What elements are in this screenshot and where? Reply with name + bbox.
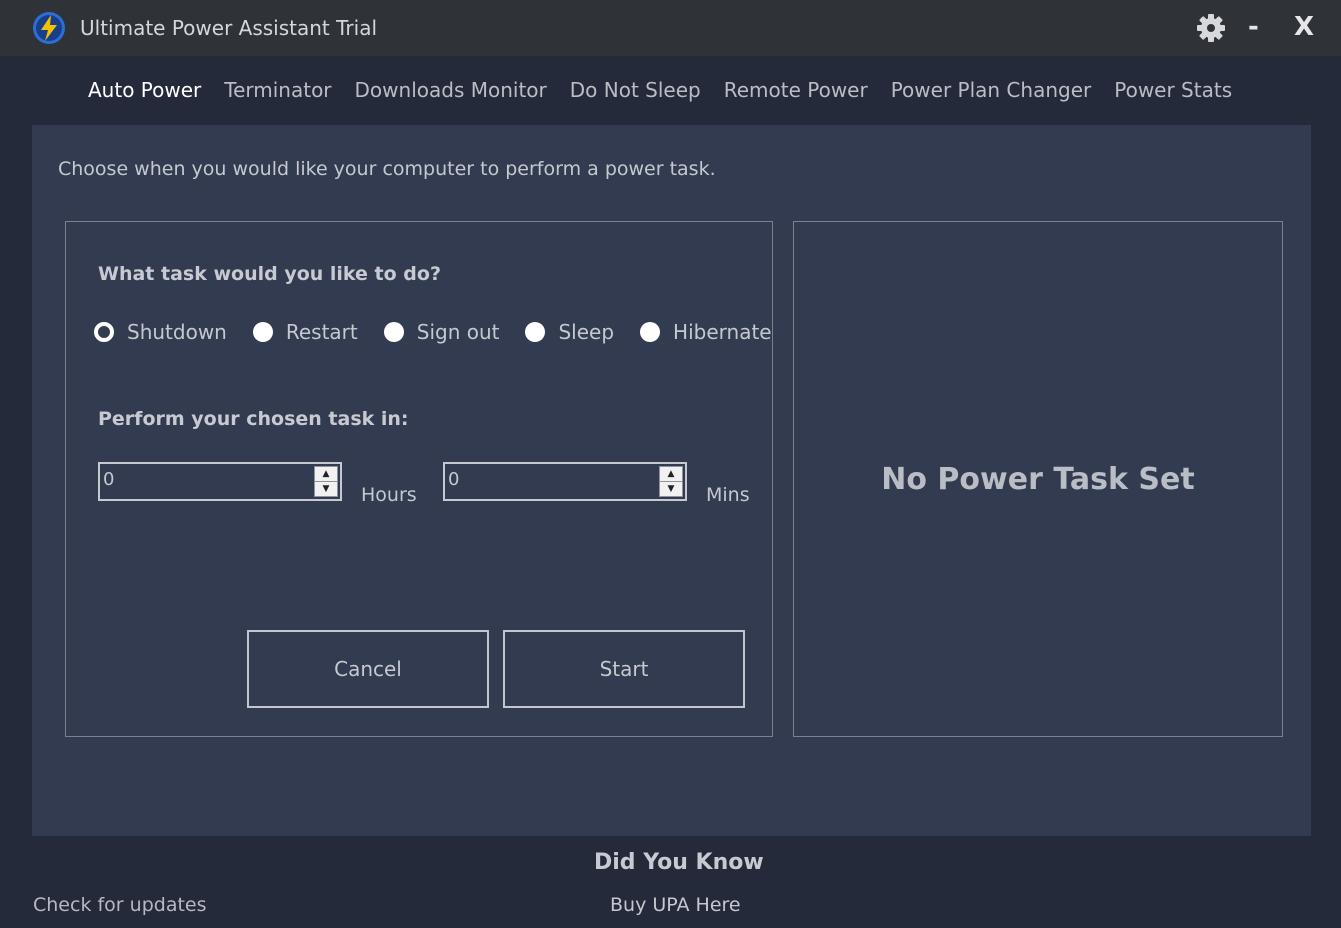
nav-tabs: Auto Power Terminator Downloads Monitor … (88, 78, 1232, 106)
mins-value[interactable]: 0 (448, 469, 459, 490)
radio-label: Shutdown (127, 320, 227, 344)
radio-restart[interactable]: Restart (252, 320, 358, 344)
radio-label: Restart (285, 320, 358, 344)
radio-selected-icon[interactable] (94, 322, 114, 342)
radio-label: Hibernate (673, 320, 772, 344)
status-text: No Power Task Set (881, 461, 1195, 497)
intro-text: Choose when you would like your computer… (58, 158, 716, 180)
cancel-button[interactable]: Cancel (247, 630, 489, 708)
start-button[interactable]: Start (503, 630, 745, 708)
radio-unselected-icon[interactable] (525, 322, 546, 342)
task-radio-group: Shutdown Restart Sign out Sleep Hibernat… (94, 320, 772, 344)
app-title: Ultimate Power Assistant Trial (80, 16, 378, 40)
close-button[interactable]: X (1294, 12, 1314, 42)
hours-unit-label: Hours (361, 484, 417, 506)
stepper-up-icon[interactable]: ▲ (660, 467, 682, 482)
stepper-down-icon[interactable]: ▼ (315, 482, 337, 496)
tab-power-stats[interactable]: Power Stats (1114, 78, 1232, 106)
mins-unit-label: Mins (706, 484, 750, 506)
task-settings-box: What task would you like to do? Shutdown… (65, 221, 773, 737)
task-question: What task would you like to do? (98, 263, 441, 285)
lightning-bolt-icon (33, 12, 65, 44)
radio-shutdown[interactable]: Shutdown (94, 320, 227, 344)
tab-auto-power[interactable]: Auto Power (88, 78, 201, 106)
radio-hibernate[interactable]: Hibernate (640, 320, 772, 344)
radio-unselected-icon[interactable] (383, 322, 404, 342)
check-updates-link[interactable]: Check for updates (33, 894, 207, 916)
time-question: Perform your chosen task in: (98, 408, 409, 430)
radio-label: Sign out (416, 320, 500, 344)
radio-sign-out[interactable]: Sign out (383, 320, 500, 344)
hours-stepper-arrows: ▲ ▼ (314, 466, 338, 497)
status-box: No Power Task Set (793, 221, 1283, 737)
radio-unselected-icon[interactable] (252, 322, 273, 342)
tab-downloads-monitor[interactable]: Downloads Monitor (355, 78, 547, 106)
radio-sleep[interactable]: Sleep (525, 320, 614, 344)
tab-terminator[interactable]: Terminator (224, 78, 331, 106)
radio-label: Sleep (558, 320, 615, 344)
hours-value[interactable]: 0 (103, 469, 114, 490)
gear-icon[interactable] (1195, 12, 1227, 44)
hours-stepper[interactable]: 0 ▲ ▼ (98, 462, 342, 501)
stepper-up-icon[interactable]: ▲ (315, 467, 337, 482)
stepper-down-icon[interactable]: ▼ (660, 482, 682, 496)
mins-stepper[interactable]: 0 ▲ ▼ (443, 462, 687, 501)
tab-power-plan-changer[interactable]: Power Plan Changer (891, 78, 1092, 106)
tab-do-not-sleep[interactable]: Do Not Sleep (570, 78, 701, 106)
radio-unselected-icon[interactable] (640, 322, 661, 342)
did-you-know-heading: Did You Know (594, 850, 764, 875)
auto-power-panel: Choose when you would like your computer… (32, 125, 1311, 836)
title-bar: Ultimate Power Assistant Trial - X (0, 0, 1341, 56)
minimize-button[interactable]: - (1248, 12, 1259, 42)
mins-stepper-arrows: ▲ ▼ (659, 466, 683, 497)
tab-remote-power[interactable]: Remote Power (724, 78, 868, 106)
buy-link[interactable]: Buy UPA Here (610, 894, 741, 916)
